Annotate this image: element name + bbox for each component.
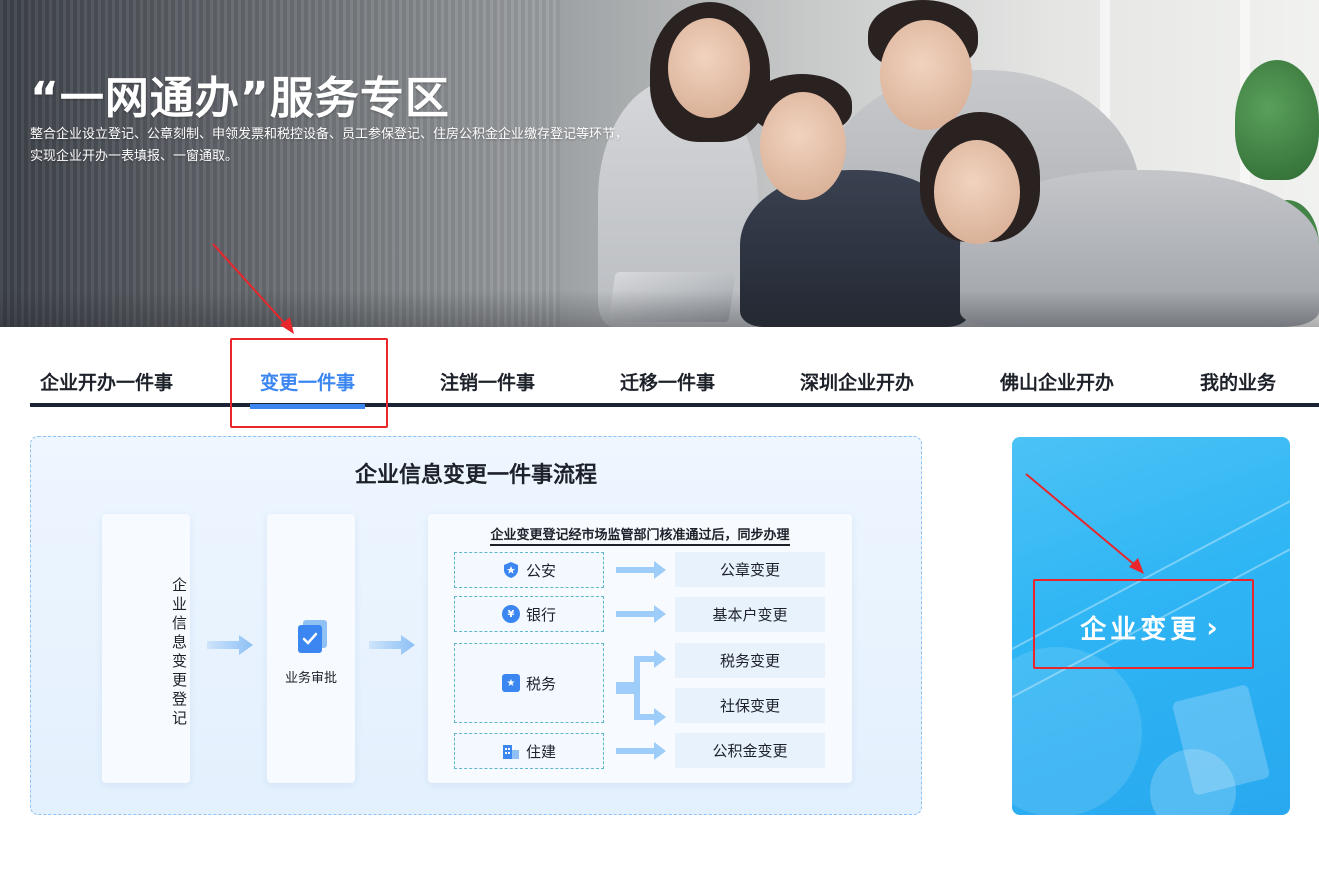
sync-branch-arrow-icon (616, 650, 666, 726)
banner-person-face (880, 20, 972, 130)
result-social-security-change: 社保变更 (675, 688, 825, 723)
service-tabs: 企业开办一件事 变更一件事 注销一件事 迁移一件事 深圳企业开办 佛山企业开办 … (30, 360, 1319, 409)
change-process-panel: 企业信息变更一件事流程 企业信息变更登记 业务审批 企业变更登记经市场监管部门核… (30, 436, 922, 815)
yuan-coin-icon: ¥ (501, 605, 520, 623)
step-change-registration: 企业信息变更登记 (102, 514, 190, 783)
banner-title: “一网通办”服务专区 (30, 73, 450, 124)
process-title: 企业信息变更一件事流程 (354, 463, 597, 488)
result-seal-change: 公章变更 (675, 552, 825, 587)
dept-label: 税务 (525, 674, 556, 693)
tab-shenzhen-setup[interactable]: 深圳企业开办 (800, 368, 914, 403)
step-change-registration-label: 企业信息变更登记 (170, 577, 188, 729)
banner-floor-shade (0, 290, 1319, 327)
step-approval: 业务审批 (267, 514, 355, 783)
dept-tax: ★ 税务 (454, 643, 604, 723)
flow-arrow-icon (369, 635, 415, 655)
banner-desc-line: 实现企业开办一表填报、一窗通取。 (30, 149, 239, 164)
police-badge-icon (502, 561, 520, 579)
tab-migrate[interactable]: 迁移一件事 (620, 368, 715, 403)
tax-icon: ★ (501, 674, 520, 692)
dept-police: 公安 (454, 552, 604, 588)
result-tax-change: 税务变更 (675, 643, 825, 678)
annotation-box-button (1033, 579, 1254, 669)
tab-my-business[interactable]: 我的业务 (1200, 368, 1276, 403)
dept-label: 公安 (525, 561, 556, 580)
sync-arrow-icon (616, 605, 666, 623)
hero-banner: “一网通办”服务专区 整合企业设立登记、公章刻制、申领发票和税控设备、员工参保登… (0, 0, 1319, 327)
banner-person-face (760, 92, 846, 200)
flow-arrow-icon (207, 635, 253, 655)
dept-housing: 住建 (454, 733, 604, 769)
building-icon (502, 742, 520, 760)
sync-arrow-icon (616, 561, 666, 579)
sync-arrow-icon (616, 742, 666, 760)
tab-company-setup[interactable]: 企业开办一件事 (40, 368, 173, 403)
approval-doc-icon (298, 620, 327, 653)
tab-foshan-setup[interactable]: 佛山企业开办 (1000, 368, 1114, 403)
dept-label: 住建 (525, 742, 556, 761)
banner-description: 整合企业设立登记、公章刻制、申领发票和税控设备、员工参保登记、住房公积金企业缴存… (30, 124, 628, 168)
dept-bank: ¥ 银行 (454, 596, 604, 632)
card-decor-bubble (1012, 647, 1142, 815)
banner-desc-line: 整合企业设立登记、公章刻制、申领发票和税控设备、员工参保登记、住房公积金企业缴存… (30, 127, 629, 142)
result-housing-fund-change: 公积金变更 (675, 733, 825, 768)
banner-plant (1235, 60, 1319, 180)
dept-label: 银行 (525, 605, 556, 624)
step-approval-label: 业务审批 (284, 671, 337, 686)
banner-person-face (668, 18, 750, 118)
annotation-box-tab (230, 338, 388, 428)
sync-processing-block: 企业变更登记经市场监管部门核准通过后，同步办理 公安 ¥ 银行 ★ 税务 住建 (428, 514, 852, 783)
sync-title: 企业变更登记经市场监管部门核准通过后，同步办理 (428, 524, 852, 546)
tab-cancel[interactable]: 注销一件事 (440, 368, 535, 403)
sync-title-text: 企业变更登记经市场监管部门核准通过后，同步办理 (490, 528, 790, 546)
result-bank-account-change: 基本户变更 (675, 597, 825, 632)
banner-person-face (934, 140, 1020, 244)
